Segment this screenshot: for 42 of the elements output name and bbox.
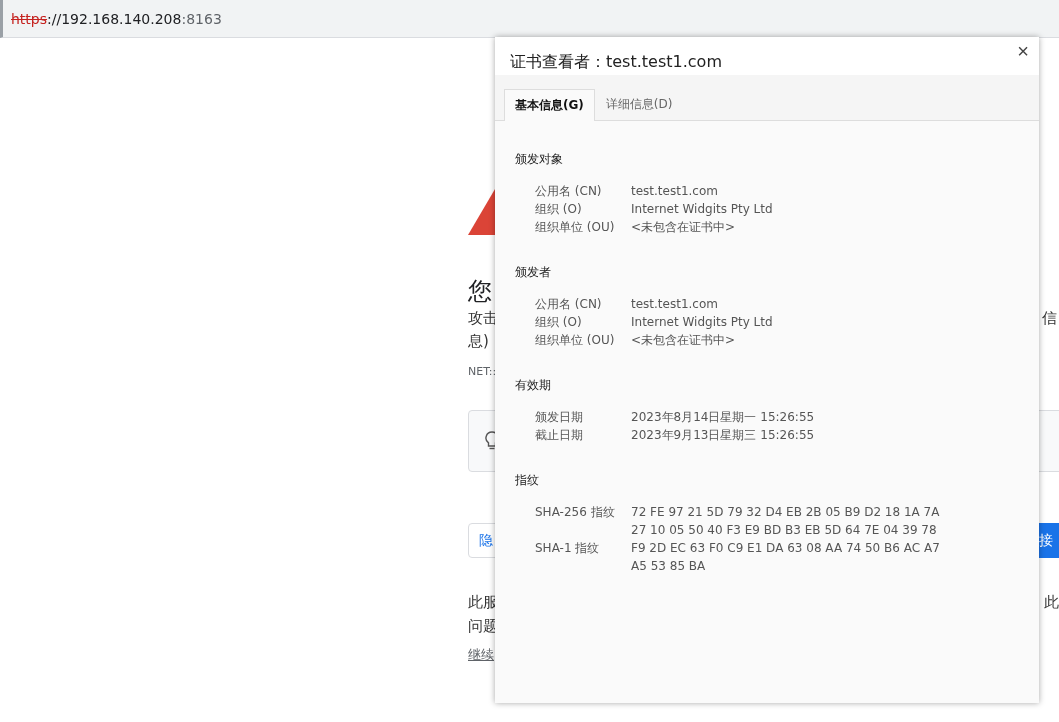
- paragraph-text: 此: [1044, 592, 1059, 613]
- field-value: <未包含在证书中>: [631, 332, 737, 349]
- url-scheme: https: [11, 10, 48, 27]
- section-heading: 颁发者: [515, 264, 552, 281]
- url-port: :8163: [181, 10, 222, 27]
- section-heading: 指纹: [515, 472, 540, 489]
- paragraph-text: 信: [1042, 308, 1057, 329]
- field-label: 颁发日期: [535, 409, 584, 426]
- field-label: 组织单位 (OU): [535, 332, 616, 349]
- field-value: 2023年8月14日星期一 15:26:55: [631, 409, 816, 426]
- field-value: F9 2D EC 63 F0 C9 E1 DA 63 08 AA 74 50 B6 AC A7: [631, 540, 941, 557]
- error-code: NET::: [468, 365, 498, 378]
- continue-link[interactable]: 继续: [468, 646, 494, 664]
- paragraph-text: 息): [468, 331, 489, 352]
- close-button[interactable]: ×: [1017, 41, 1029, 61]
- field-value: test.test1.com: [631, 183, 719, 200]
- field-label: 组织 (O): [535, 314, 583, 331]
- field-value: 2023年9月13日星期三 15:26:55: [631, 427, 816, 444]
- field-value: <未包含在证书中>: [631, 219, 737, 236]
- field-label: 组织单位 (OU): [535, 219, 616, 236]
- field-label: 公用名 (CN): [535, 183, 603, 200]
- page-heading: 您: [468, 276, 492, 307]
- field-value: Internet Widgits Pty Ltd: [631, 201, 774, 218]
- field-value: 27 10 05 50 40 F3 E9 BD B3 EB 5D 64 7E 04 39 78: [631, 522, 938, 539]
- section-heading: 有效期: [515, 377, 552, 394]
- field-label: 组织 (O): [535, 201, 583, 218]
- field-value: 72 FE 97 21 5D 79 32 D4 EB 2B 05 B9 D2 18 1A 7A: [631, 504, 941, 521]
- section-heading: 颁发对象: [515, 151, 564, 168]
- dialog-title: 证书查看者：test.test1.com: [510, 52, 722, 73]
- warning-triangle-icon: [468, 189, 495, 235]
- field-value: Internet Widgits Pty Ltd: [631, 314, 774, 331]
- field-value: test.test1.com: [631, 296, 719, 313]
- field-label: 截止日期: [535, 427, 584, 444]
- field-label: SHA-1 指纹: [535, 540, 601, 557]
- tab[interactable]: 基本信息(G): [504, 89, 595, 121]
- field-label: 公用名 (CN): [535, 296, 603, 313]
- url-host: ://192.168.140.208: [47, 10, 182, 27]
- address-bar[interactable]: https://192.168.140.208:8163: [0, 0, 1059, 38]
- field-value: A5 53 85 BA: [631, 558, 707, 575]
- field-label: SHA-256 指纹: [535, 504, 616, 521]
- tab[interactable]: 详细信息(D): [594, 89, 684, 120]
- paragraph-text: 攻击: [468, 308, 498, 329]
